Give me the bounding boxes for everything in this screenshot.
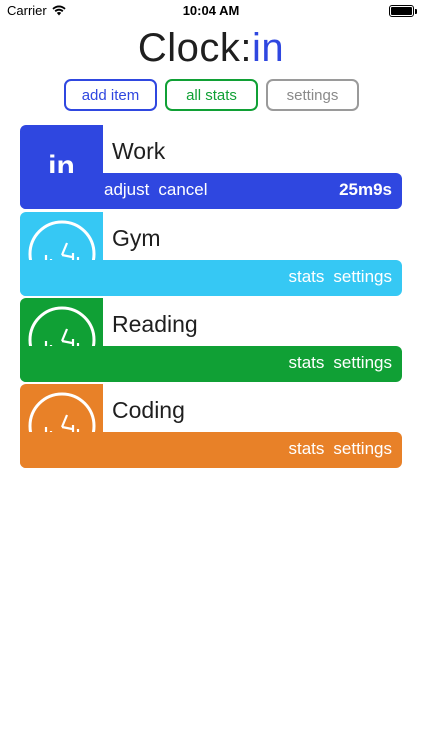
item-bar: adjust cancel 25m9s: [20, 173, 402, 209]
item-bar: stats settings: [20, 432, 402, 468]
item-settings-button[interactable]: settings: [333, 267, 392, 287]
item-settings-button[interactable]: settings: [333, 439, 392, 459]
item-name: Work: [112, 138, 166, 164]
item-bar: stats settings: [20, 260, 402, 296]
item-actions: adjust cancel: [104, 180, 208, 200]
list-item-work[interactable]: in Work adjust cancel 25m9s: [20, 125, 402, 209]
battery-icon: [389, 5, 417, 17]
status-time: 10:04 AM: [182, 3, 240, 18]
adjust-button[interactable]: adjust: [104, 180, 149, 200]
app-title: Clock:in: [0, 26, 422, 71]
list-item-coding[interactable]: Coding stats settings: [20, 384, 402, 468]
status-bar: Carrier 10:04 AM: [0, 0, 422, 22]
item-name: Coding: [112, 397, 185, 423]
item-actions: stats settings: [289, 267, 393, 287]
stats-button[interactable]: stats: [289, 439, 325, 459]
item-settings-button[interactable]: settings: [333, 353, 392, 373]
add-item-button[interactable]: add item: [64, 79, 157, 111]
item-name: Gym: [112, 225, 161, 251]
stats-button[interactable]: stats: [289, 353, 325, 373]
list-item-reading[interactable]: Reading stats settings: [20, 298, 402, 382]
stats-button[interactable]: stats: [289, 267, 325, 287]
elapsed-timer: 25m9s: [339, 180, 392, 199]
app-title-accent: in: [252, 26, 285, 70]
cancel-button[interactable]: cancel: [158, 180, 207, 200]
item-name: Reading: [112, 311, 198, 337]
all-stats-button[interactable]: all stats: [165, 79, 258, 111]
item-actions: stats settings: [289, 353, 393, 373]
item-actions: stats settings: [289, 439, 393, 459]
app-title-main: Clock:: [137, 26, 252, 70]
item-bar: stats settings: [20, 346, 402, 382]
settings-button[interactable]: settings: [266, 79, 359, 111]
list-item-gym[interactable]: Gym stats settings: [20, 212, 402, 296]
